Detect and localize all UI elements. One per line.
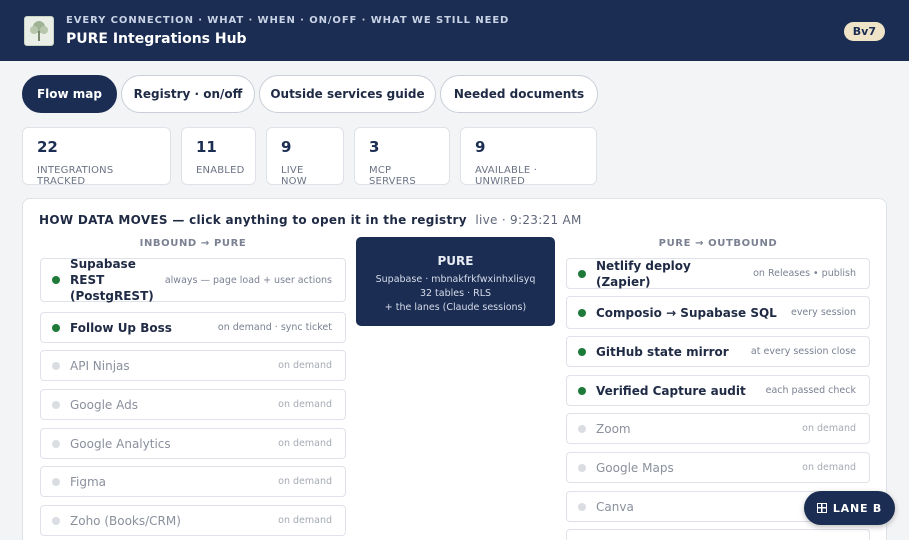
grid-icon [816,503,827,513]
app-title: PURE Integrations Hub [66,30,247,47]
stat-value: 11 [196,138,217,156]
flow-heading: HOW DATA MOVES — click anything to open … [39,213,582,227]
item-schedule: on demand [802,423,856,434]
inbound-item-google-analytics[interactable]: Google Analytics on demand [40,428,346,459]
stat-card-tracked: 22 INTEGRATIONS TRACKED [22,127,171,187]
tab-outside-services[interactable]: Outside services guide [259,75,436,113]
app-header: EVERY CONNECTION · WHAT · WHEN · ON/OFF … [0,0,909,61]
stat-label: LIVE NOW [281,165,307,187]
status-dot-off [578,463,586,472]
item-name: Zoho (Books/CRM) [70,513,181,528]
flow-heading-text: HOW DATA MOVES — click anything to open … [39,213,467,227]
outbound-column-title: PURE → OUTBOUND [658,238,778,249]
outbound-item-verified-capture[interactable]: Verified Capture audit each passed check [566,375,870,406]
item-schedule: always — page load + user actions [164,274,332,286]
outbound-item-composio[interactable]: Composio → Supabase SQL every session [566,296,870,329]
status-dot-on [578,386,586,395]
stat-card-mcp: 3 MCP SERVERS [354,127,450,187]
item-name: Figma [70,474,107,489]
status-dot-off [52,516,60,525]
stat-label: MCP SERVERS [369,165,416,187]
item-name: Zoom [596,421,631,436]
tab-needed-documents[interactable]: Needed documents [440,75,598,113]
stats-row: 22 INTEGRATIONS TRACKED 11 ENABLED 9 LIV… [22,127,607,187]
item-name: Follow Up Boss [70,320,172,335]
status-dot-on [52,323,60,332]
item-name: GitHub state mirror [596,344,729,359]
inbound-item-figma[interactable]: Figma on demand [40,466,346,497]
stat-label: AVAILABLE · UNWIRED [475,165,538,187]
stat-value: 9 [281,138,292,156]
stat-value: 3 [369,138,380,156]
inbound-item-api-ninjas[interactable]: API Ninjas on demand [40,350,346,381]
pure-hub-database: Supabase · mbnakfrkfwxinhxlisyq [375,274,536,285]
item-schedule: on demand · sync ticket [217,322,332,333]
header-eyebrow: EVERY CONNECTION · WHAT · WHEN · ON/OFF … [66,14,510,26]
status-dot-off [578,502,586,511]
item-schedule: on demand [802,462,856,473]
stat-card-enabled: 11 ENABLED [181,127,256,185]
pure-hub-lanes: + the lanes (Claude sessions) [384,302,527,313]
status-dot-off [52,477,60,486]
stat-label: INTEGRATIONS TRACKED [37,165,114,187]
item-name: Supabase REST (PostgREST) [70,257,154,303]
outbound-item-netlify-deploy[interactable]: Netlify deploy (Zapier) on Releases • pu… [566,258,870,289]
status-dot-off [578,424,586,433]
inbound-item-supabase-rest[interactable]: Supabase REST (PostgREST) always — page … [40,257,346,303]
flow-map-panel: HOW DATA MOVES — click anything to open … [22,198,887,540]
outbound-item-zoom[interactable]: Zoom on demand [566,413,870,444]
status-dot-off [52,439,60,448]
item-name: Google Maps [596,460,674,475]
item-schedule: each passed check [765,385,856,396]
inbound-item-follow-up-boss[interactable]: Follow Up Boss on demand · sync ticket [40,312,346,343]
item-name: Netlify deploy (Zapier) [596,258,691,289]
item-schedule: on Releases • publish [753,268,856,279]
item-schedule: on demand [278,438,332,449]
tab-registry[interactable]: Registry · on/off [121,75,255,113]
outbound-item-github-mirror[interactable]: GitHub state mirror at every session clo… [566,336,870,367]
stat-card-available: 9 AVAILABLE · UNWIRED [460,127,597,187]
status-dot-on [578,269,586,278]
pure-hub-tables: 32 tables · RLS [419,288,492,299]
inbound-item-google-ads[interactable]: Google Ads on demand [40,389,346,420]
pure-hub-title: PURE [437,254,474,268]
lane-b-button[interactable]: LANE B [804,491,895,525]
status-dot-off [52,400,60,409]
item-name: Google Analytics [70,436,171,451]
status-dot-off [52,361,60,370]
status-dot-on [578,308,586,317]
stat-card-live: 9 LIVE NOW [266,127,344,187]
inbound-item-zoho[interactable]: Zoho (Books/CRM) on demand [40,505,346,536]
version-badge: Bv7 [843,22,885,41]
inbound-column-title: INBOUND → PURE [139,238,247,249]
item-schedule: every session [790,307,856,318]
outbound-item-google-maps[interactable]: Google Maps on demand [566,452,870,483]
item-schedule: on demand [278,399,332,410]
stat-value: 9 [475,138,486,156]
tab-flow-map[interactable]: Flow map [22,75,117,113]
lane-b-label: LANE B [832,501,883,515]
status-dot-on [52,276,60,284]
item-schedule: on demand [278,476,332,487]
tree-logo-icon [24,15,54,46]
pure-hub-node[interactable]: PURE Supabase · mbnakfrkfwxinhxlisyq 32 … [356,237,555,326]
item-schedule: at every session close [750,346,856,357]
tab-bar: Flow map Registry · on/off Outside servi… [22,75,602,113]
live-clock: live · 9:23:21 AM [475,213,582,227]
item-name: Verified Capture audit [596,383,746,398]
status-dot-on [578,347,586,356]
item-schedule: on demand [278,515,332,526]
stat-value: 22 [37,138,58,156]
stat-label: ENABLED [196,165,245,176]
outbound-item-partial[interactable] [566,529,870,540]
item-name: Google Ads [70,397,138,412]
item-name: API Ninjas [70,358,130,373]
item-name: Composio → Supabase SQL [596,305,777,320]
item-schedule: on demand [278,360,332,371]
